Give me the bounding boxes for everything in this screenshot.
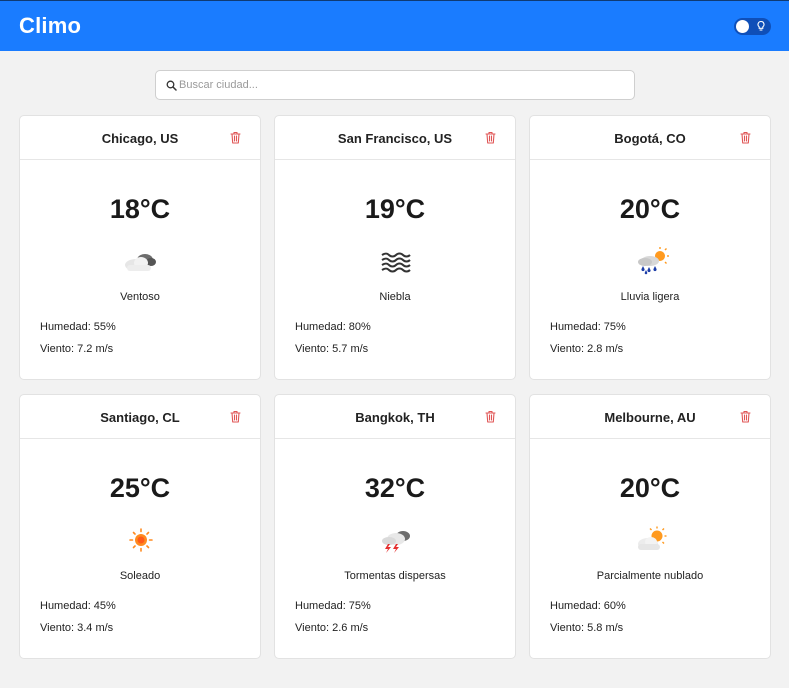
weather-description: Ventoso (120, 291, 160, 303)
thunderstorm-icon (376, 525, 416, 555)
humidity: Humedad: 75% (295, 600, 371, 612)
card-header: Chicago, US (20, 116, 260, 160)
toggle-knob[interactable] (736, 20, 749, 33)
theme-toggle[interactable] (734, 18, 771, 35)
temperature: 20°C (619, 473, 681, 503)
wind-speed: Viento: 7.2 m/s (40, 343, 114, 355)
sun-icon (121, 525, 161, 555)
weather-card: Melbourne, AU 20°C Parcialmente nublado … (529, 394, 771, 659)
humidity: Humedad: 45% (40, 600, 116, 612)
fog-icon (376, 246, 416, 276)
humidity: Humedad: 55% (40, 321, 116, 333)
weather-description: Lluvia ligera (620, 291, 680, 303)
temperature: 18°C (109, 194, 171, 224)
weather-card: San Francisco, US 19°C Niebla Humedad: 8… (274, 115, 516, 380)
search-input[interactable] (179, 75, 619, 95)
weather-card: Chicago, US 18°C Ventoso Humedad: 55% Vi… (19, 115, 261, 380)
search-icon (166, 80, 177, 91)
weather-description: Tormentas dispersas (344, 570, 446, 582)
city-name: Chicago, US (101, 131, 179, 146)
card-header: Melbourne, AU (530, 395, 770, 439)
weather-description: Niebla (379, 291, 411, 303)
app-header: Climo (0, 0, 789, 51)
trash-icon[interactable] (485, 410, 496, 423)
city-name: San Francisco, US (337, 131, 453, 146)
temperature: 20°C (619, 194, 681, 224)
city-name: Melbourne, AU (604, 410, 696, 425)
weather-card: Santiago, CL 25°C Soleado Humedad: 45% V… (19, 394, 261, 659)
weather-description: Parcialmente nublado (596, 570, 704, 582)
wind-speed: Viento: 5.8 m/s (550, 622, 624, 634)
wind-speed: Viento: 3.4 m/s (40, 622, 114, 634)
humidity: Humedad: 80% (295, 321, 371, 333)
cloudy-icon (121, 246, 161, 276)
wind-speed: Viento: 5.7 m/s (295, 343, 369, 355)
city-name: Bogotá, CO (614, 131, 686, 146)
search-bar[interactable] (155, 70, 635, 100)
light-rain-icon (631, 246, 671, 276)
wind-speed: Viento: 2.8 m/s (550, 343, 624, 355)
trash-icon[interactable] (230, 410, 241, 423)
humidity: Humedad: 60% (550, 600, 626, 612)
city-name: Bangkok, TH (355, 410, 435, 425)
wind-speed: Viento: 2.6 m/s (295, 622, 369, 634)
card-header: Bangkok, TH (275, 395, 515, 439)
weather-card: Bangkok, TH 32°C Tormentas dispersas Hum… (274, 394, 516, 659)
partly-cloudy-icon (631, 525, 671, 555)
lightbulb-icon (757, 20, 765, 31)
temperature: 32°C (364, 473, 426, 503)
trash-icon[interactable] (485, 131, 496, 144)
card-header: San Francisco, US (275, 116, 515, 160)
city-name: Santiago, CL (100, 410, 180, 425)
humidity: Humedad: 75% (550, 321, 626, 333)
temperature: 19°C (364, 194, 426, 224)
card-header: Bogotá, CO (530, 116, 770, 160)
temperature: 25°C (109, 473, 171, 503)
trash-icon[interactable] (230, 131, 241, 144)
app-title: Climo (19, 13, 82, 38)
weather-card: Bogotá, CO 20°C Lluvia ligera Humedad: 7… (529, 115, 771, 380)
weather-description: Soleado (119, 570, 161, 582)
card-header: Santiago, CL (20, 395, 260, 439)
trash-icon[interactable] (740, 131, 751, 144)
trash-icon[interactable] (740, 410, 751, 423)
